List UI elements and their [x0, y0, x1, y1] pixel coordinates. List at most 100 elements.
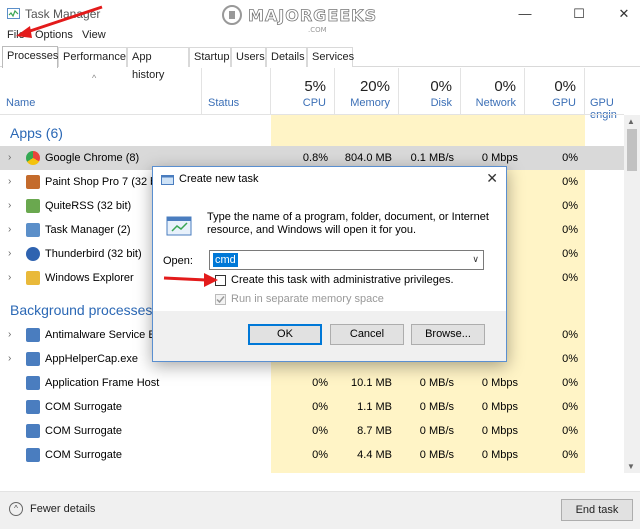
run-dialog-icon — [161, 175, 174, 185]
fewer-details-link[interactable]: Fewer details — [30, 503, 95, 515]
process-name: Paint Shop Pro 7 (32 bit) — [45, 176, 166, 188]
column-disk[interactable]: 0% Disk — [399, 68, 461, 114]
network-value: 0 Mbps — [481, 401, 518, 413]
end-task-button[interactable]: End task — [561, 499, 633, 521]
gpu-value: 0% — [562, 425, 578, 437]
process-row[interactable]: COM Surrogate 0% 8.7 MB 0 MB/s 0 Mbps 0% — [0, 419, 624, 443]
group-apps: Apps (6) — [10, 125, 63, 141]
gpu-value: 0% — [562, 152, 578, 164]
process-row[interactable]: Application Frame Host 0% 10.1 MB 0 MB/s… — [0, 371, 624, 395]
column-status[interactable]: Status — [202, 68, 271, 114]
column-gpu-engine[interactable]: GPU engin — [585, 68, 640, 121]
disk-value: 0 MB/s — [419, 401, 454, 413]
column-name[interactable]: Name — [0, 68, 202, 114]
process-name: Google Chrome (8) — [45, 152, 140, 164]
column-gpu[interactable]: 0% GPU — [525, 68, 585, 114]
disk-value: 0 MB/s — [419, 377, 454, 389]
process-name: AppHelperCap.exe — [45, 353, 138, 365]
network-value: 0 Mbps — [481, 425, 518, 437]
column-network-label: Network — [475, 97, 516, 109]
disk-value: 0 MB/s — [419, 449, 454, 461]
gpu-value: 0% — [562, 224, 578, 236]
column-memory[interactable]: 20% Memory — [335, 68, 399, 114]
tab-processes[interactable]: Processes — [2, 46, 58, 68]
memory-value: 4.4 MB — [357, 449, 392, 461]
tab-services[interactable]: Services — [307, 47, 354, 67]
column-network[interactable]: 0% Network — [461, 68, 525, 114]
process-name: COM Surrogate — [45, 449, 123, 461]
browse-button[interactable]: Browse... — [411, 324, 485, 345]
paint-shop-pro-icon — [26, 175, 40, 189]
dialog-title: Create new task — [179, 173, 259, 185]
expand-chevron-icon[interactable]: › — [8, 329, 11, 340]
open-input[interactable]: cmd ∨ — [209, 250, 484, 270]
group-background: Background processes (6 — [10, 302, 169, 318]
gpu-value: 0% — [562, 401, 578, 413]
separate-memory-checkbox — [215, 294, 226, 305]
process-name: COM Surrogate — [45, 401, 123, 413]
expand-chevron-icon[interactable]: › — [8, 248, 11, 259]
gpu-value: 0% — [562, 329, 578, 341]
network-total: 0% — [494, 78, 516, 95]
admin-privileges-label[interactable]: Create this task with administrative pri… — [231, 274, 454, 286]
tab-details[interactable]: Details — [266, 47, 307, 67]
process-name: Thunderbird (32 bit) — [45, 248, 142, 260]
process-icon — [26, 424, 40, 438]
cpu-value: 0.8% — [302, 152, 328, 164]
cpu-value: 0% — [312, 377, 328, 389]
open-input-value[interactable]: cmd — [213, 253, 238, 267]
expand-chevron-icon[interactable]: › — [8, 200, 11, 211]
cpu-value: 0% — [312, 425, 328, 437]
expand-chevron-icon[interactable]: › — [8, 176, 11, 187]
expand-chevron-icon[interactable]: › — [8, 353, 11, 364]
tab-startup[interactable]: Startup — [189, 47, 231, 67]
gpu-value: 0% — [562, 377, 578, 389]
network-value: 0 Mbps — [481, 449, 518, 461]
tab-app-history[interactable]: App history — [127, 47, 189, 81]
run-program-icon — [166, 216, 192, 236]
memory-total: 20% — [359, 78, 390, 95]
minimize-button[interactable]: — — [502, 0, 548, 27]
network-value: 0 Mbps — [481, 377, 518, 389]
scroll-thumb[interactable] — [627, 129, 637, 171]
gpu-value: 0% — [562, 272, 578, 284]
vertical-scrollbar[interactable]: ▲ ▼ — [624, 115, 640, 473]
annotation-arrow-file — [16, 5, 103, 38]
process-icon — [26, 376, 40, 390]
cpu-total: 5% — [304, 78, 326, 95]
create-new-task-dialog: Create new task ✕ Type the name of a pro… — [152, 166, 507, 362]
memory-value: 804.0 MB — [344, 152, 392, 164]
expand-chevron-icon[interactable]: › — [8, 224, 11, 235]
dialog-close-icon[interactable]: ✕ — [486, 170, 498, 187]
process-row[interactable]: COM Surrogate 0% 1.1 MB 0 MB/s 0 Mbps 0% — [0, 395, 624, 419]
chevron-down-icon[interactable]: ∨ — [472, 254, 479, 265]
chevron-up-icon[interactable]: ^ — [9, 502, 23, 516]
process-row[interactable]: COM Surrogate 0% 4.4 MB 0 MB/s 0 Mbps 0% — [0, 443, 624, 467]
gpu-total: 0% — [554, 78, 576, 95]
process-name: COM Surrogate — [45, 425, 123, 437]
maximize-button[interactable]: ☐ — [556, 0, 602, 27]
cancel-button[interactable]: Cancel — [330, 324, 404, 345]
expand-chevron-icon[interactable]: › — [8, 272, 11, 283]
disk-value: 0 MB/s — [419, 425, 454, 437]
column-cpu-label: CPU — [302, 97, 326, 109]
checkmark-icon — [216, 296, 225, 304]
dialog-description: Type the name of a program, folder, docu… — [207, 211, 489, 236]
memory-value: 1.1 MB — [357, 401, 392, 413]
process-icon — [26, 352, 40, 366]
column-cpu[interactable]: 5% CPU — [271, 68, 335, 114]
separate-memory-label: Run in separate memory space — [231, 293, 384, 305]
close-button[interactable]: ✕ — [601, 0, 640, 27]
scroll-down-icon[interactable]: ▼ — [627, 462, 635, 471]
tab-users[interactable]: Users — [231, 47, 266, 67]
process-name: Antimalware Service Exe — [45, 329, 168, 341]
expand-chevron-icon[interactable]: › — [8, 152, 11, 163]
column-gpu-label: GPU — [552, 97, 576, 109]
ok-button[interactable]: OK — [248, 324, 322, 345]
tab-performance[interactable]: Performance — [58, 47, 127, 67]
disk-total: 0% — [430, 78, 452, 95]
scroll-up-icon[interactable]: ▲ — [627, 117, 635, 126]
column-disk-label: Disk — [430, 97, 452, 109]
footer-bar: ^ Fewer details End task — [0, 491, 640, 529]
cpu-value: 0% — [312, 449, 328, 461]
